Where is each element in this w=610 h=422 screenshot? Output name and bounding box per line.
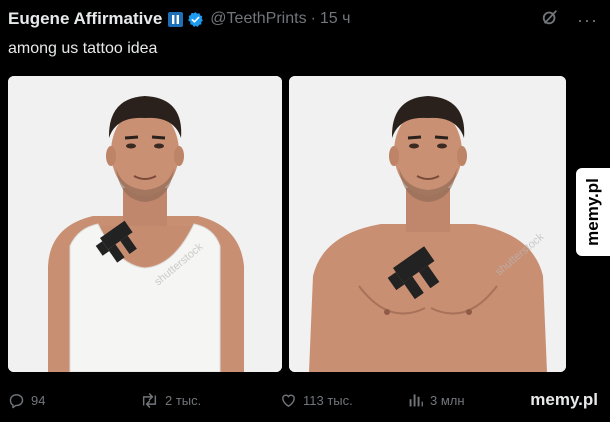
reply-button[interactable]: 94 bbox=[8, 392, 45, 409]
user-handle[interactable]: @TeethPrints bbox=[210, 10, 306, 28]
retweet-icon bbox=[142, 393, 157, 408]
tweet-header: Eugene Affirmative @TeethPrints · 15 ч ·… bbox=[8, 8, 602, 30]
retweet-button[interactable]: 2 тыс. bbox=[140, 392, 201, 409]
display-name[interactable]: Eugene Affirmative bbox=[8, 9, 162, 29]
pause-badge-icon bbox=[168, 11, 184, 27]
like-icon bbox=[282, 394, 295, 407]
reply-icon bbox=[9, 394, 24, 409]
views-button[interactable]: 3 млн bbox=[408, 392, 465, 408]
header-actions: ··· bbox=[541, 8, 598, 31]
site-watermark-side: memy.pl bbox=[576, 168, 610, 256]
tweet-actions: 94 2 тыс. 113 тыс. 3 млн memy.pl bbox=[8, 390, 602, 412]
tweet-text: among us tattoo idea bbox=[8, 40, 158, 57]
like-button[interactable]: 113 тыс. bbox=[280, 392, 353, 409]
tweet-image-1[interactable]: shutterstock bbox=[8, 76, 282, 372]
views-count: 3 млн bbox=[430, 392, 465, 408]
timestamp[interactable]: 15 ч bbox=[320, 10, 351, 28]
grok-icon[interactable] bbox=[541, 8, 559, 31]
views-icon bbox=[409, 394, 423, 407]
separator-dot: · bbox=[310, 10, 316, 27]
reply-count: 94 bbox=[31, 393, 46, 408]
site-watermark-bottom: memy.pl bbox=[530, 390, 598, 409]
verified-icon bbox=[187, 11, 204, 28]
tweet-image-2[interactable]: shutterstock bbox=[289, 76, 566, 372]
retweet-count: 2 тыс. bbox=[165, 393, 202, 408]
more-icon[interactable]: ··· bbox=[577, 11, 598, 29]
like-count: 113 тыс. bbox=[303, 393, 353, 408]
site-watermark-side-label: memy.pl bbox=[583, 178, 602, 246]
